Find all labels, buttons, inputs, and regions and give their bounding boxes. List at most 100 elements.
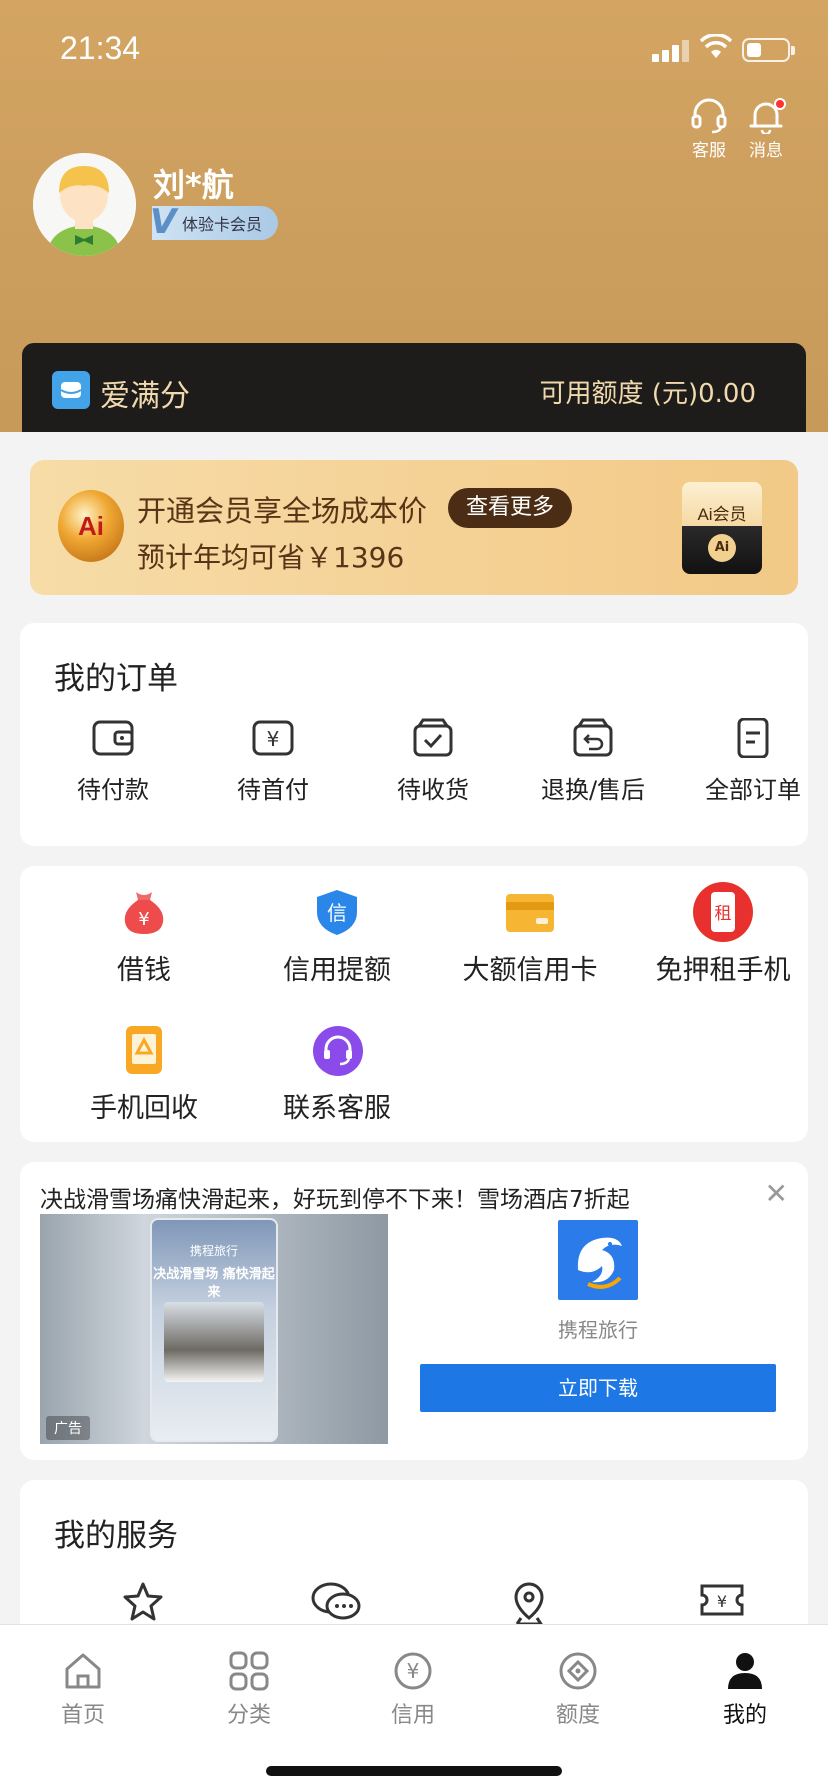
rent-phone-glyph: 租 <box>715 904 732 924</box>
order-returns[interactable]: 退换/售后 <box>518 718 668 805</box>
order-pending-payment[interactable]: 待付款 <box>38 718 188 805</box>
svg-text:¥: ¥ <box>267 727 280 751</box>
ai-member-card-title: Ai会员 <box>697 505 747 524</box>
location-icon <box>514 1582 544 1626</box>
ad-title: 决战滑雪场痛快滑起来，好玩到停不下来！雪场酒店7折起 <box>40 1187 630 1213</box>
avatar[interactable] <box>33 153 136 256</box>
service-phone-recycle-label: 手机回收 <box>90 1093 198 1124</box>
star-icon <box>123 1582 163 1621</box>
yen-circle-icon: ¥ <box>394 1652 432 1690</box>
diamond-circle-icon <box>559 1652 597 1690</box>
service-phone-recycle[interactable]: 手机回收 <box>49 1026 239 1125</box>
svg-text:¥: ¥ <box>717 1592 727 1611</box>
user-name: 刘*航 <box>153 166 234 204</box>
order-all[interactable]: 全部订单 <box>678 718 828 805</box>
status-time: 21:34 <box>60 30 141 66</box>
tab-quota[interactable]: 额度 <box>528 1651 628 1729</box>
membership-promo-banner[interactable]: Ai 开通会员享全场成本价 查看更多 预计年均可省￥1396 Ai会员 Ai <box>30 460 798 595</box>
svg-text:¥: ¥ <box>407 1659 420 1683</box>
ctrip-logo-icon <box>558 1220 638 1300</box>
aimanfen-logo-icon <box>52 371 90 409</box>
chat-icon <box>311 1582 361 1620</box>
headset-icon <box>691 98 727 134</box>
membership-badge[interactable]: V 体验卡会员 <box>150 202 278 242</box>
order-pending-receipt-label: 待收货 <box>397 776 469 804</box>
service-coupons[interactable]: ¥ <box>682 1580 762 1624</box>
tab-credit[interactable]: ¥ 信用 <box>363 1651 463 1729</box>
order-pending-downpayment-label: 待首付 <box>237 776 309 804</box>
credit-bar[interactable]: 爱满分 可用额度 (元)0.00 <box>22 343 806 432</box>
grid-icon <box>229 1651 269 1691</box>
service-contact-support-label: 联系客服 <box>283 1093 391 1124</box>
messages-button[interactable]: 消息 <box>740 98 792 161</box>
ad-phone-header: 携程旅行 <box>189 1244 238 1258</box>
download-button[interactable]: 立即下载 <box>420 1364 776 1412</box>
service-chat[interactable] <box>296 1580 376 1628</box>
order-returns-label: 退换/售后 <box>540 776 646 804</box>
battery-icon <box>742 38 795 62</box>
wifi-icon <box>700 34 732 58</box>
rent-phone-icon: 租 <box>693 882 753 942</box>
customer-service-icon <box>313 1026 363 1076</box>
available-quota: 可用额度 (元)0.00 <box>539 379 756 409</box>
yen-box-icon: ¥ <box>252 720 294 756</box>
order-pending-payment-label: 待付款 <box>77 776 149 804</box>
tab-home[interactable]: 首页 <box>33 1651 133 1729</box>
service-rent-phone[interactable]: 租 免押租手机 <box>628 882 818 987</box>
ai-coin-icon: Ai <box>58 490 124 562</box>
tab-mine-label: 我的 <box>722 1703 767 1728</box>
ad-phone-mockup: 携程旅行 决战滑雪场 痛快滑起来 <box>150 1218 278 1442</box>
ai-member-card-coin: Ai <box>708 534 736 562</box>
my-services-panel: 我的服务 ¥ <box>20 1480 808 1640</box>
service-credit-increase-label: 信用提额 <box>283 955 391 986</box>
my-orders-title: 我的订单 <box>54 661 178 697</box>
service-borrow[interactable]: ¥ 借钱 <box>49 888 239 987</box>
promo-savings: 预计年均可省￥1396 <box>137 541 405 574</box>
order-pending-receipt[interactable]: 待收货 <box>358 718 508 805</box>
document-icon <box>737 718 769 758</box>
credit-card-icon <box>506 888 554 936</box>
person-icon <box>728 1653 762 1689</box>
quick-services-panel: ¥ 借钱 信 信用提额 大额信用卡 租 免押租手机 手机回收 联系客服 <box>20 866 808 1142</box>
credit-shield-icon: 信 <box>313 888 361 936</box>
service-rent-phone-label: 免押租手机 <box>655 955 791 986</box>
home-icon <box>65 1653 101 1689</box>
ticket-icon: ¥ <box>700 1584 744 1616</box>
service-credit-card[interactable]: 大额信用卡 <box>435 888 625 987</box>
wallet-icon <box>92 720 134 756</box>
service-credit-card-label: 大额信用卡 <box>462 955 598 986</box>
promo-headline: 开通会员享全场成本价 <box>137 494 428 528</box>
svg-text:¥: ¥ <box>138 909 149 930</box>
money-bag-icon: ¥ <box>120 888 168 936</box>
tab-mine[interactable]: 我的 <box>695 1651 795 1729</box>
customer-service-button[interactable]: 客服 <box>683 98 735 161</box>
profile-header: 21:34 客服 消息 刘*航 V 体验卡会员 爱满分 可用额度 (元)0.00 <box>0 0 828 432</box>
ad-brand: 携程旅行 <box>558 1318 638 1342</box>
tab-categories-label: 分类 <box>226 1703 271 1728</box>
return-icon <box>573 718 613 757</box>
view-more-button[interactable]: 查看更多 <box>448 488 573 528</box>
service-credit-increase[interactable]: 信 信用提额 <box>242 888 432 987</box>
tab-categories[interactable]: 分类 <box>199 1651 299 1729</box>
unread-dot <box>774 98 786 110</box>
messages-label: 消息 <box>749 141 783 161</box>
order-all-label: 全部订单 <box>705 776 801 804</box>
ad-card[interactable]: 决战滑雪场痛快滑起来，好玩到停不下来！雪场酒店7折起 ✕ 携程旅行 决战滑雪场 … <box>20 1162 808 1460</box>
ad-image[interactable]: 携程旅行 决战滑雪场 痛快滑起来 广告 <box>40 1214 388 1444</box>
credit-bar-title: 爱满分 <box>100 379 190 414</box>
service-favorites[interactable] <box>103 1580 183 1628</box>
service-contact-support[interactable]: 联系客服 <box>242 1026 432 1125</box>
ai-member-card-icon: Ai会员 Ai <box>682 482 762 574</box>
ad-phone-text: 决战滑雪场 痛快滑起来 <box>153 1267 275 1300</box>
my-services-title: 我的服务 <box>54 1518 178 1554</box>
credit-shield-glyph: 信 <box>327 901 347 925</box>
order-pending-downpayment[interactable]: ¥ 待首付 <box>198 718 348 805</box>
my-orders-panel: 我的订单 待付款 ¥ 待首付 待收货 退换/售后 全部订单 <box>20 623 808 846</box>
tab-credit-label: 信用 <box>390 1703 435 1728</box>
home-indicator <box>266 1766 562 1776</box>
signal-icon <box>652 38 692 62</box>
vip-mark: V <box>150 202 177 242</box>
membership-badge-label: 体验卡会员 <box>182 215 263 234</box>
close-icon[interactable]: ✕ <box>765 1180 788 1208</box>
status-bar: 21:34 <box>0 0 828 100</box>
